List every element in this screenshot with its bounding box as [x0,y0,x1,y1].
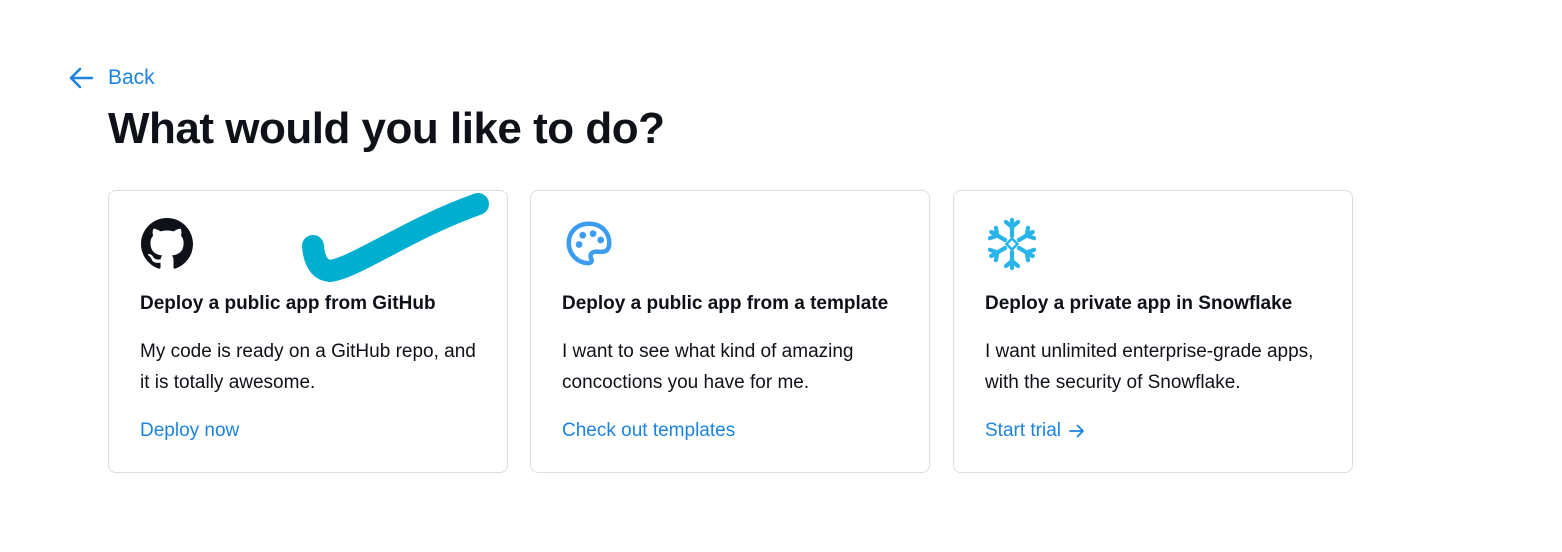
link-label: Deploy now [140,420,240,441]
deploy-snowflake-card[interactable]: Deploy a private app in Snowflake I want… [953,190,1353,473]
palette-icon [562,217,616,271]
card-description: I want unlimited enterprise-grade apps, … [985,341,1314,393]
github-icon [140,217,194,271]
card-title: Deploy a private app in Snowflake [985,293,1293,314]
card-description: I want to see what kind of amazing conco… [562,341,854,393]
deploy-now-link[interactable]: Deploy now [140,420,239,442]
card-title: Deploy a public app from GitHub [140,293,436,314]
back-label: Back [108,66,155,89]
link-label: Start trial [985,420,1062,441]
deploy-github-card[interactable]: Deploy a public app from GitHub My code … [108,190,508,473]
start-trial-link[interactable]: Start trial [985,420,1085,442]
snowflake-icon [985,217,1039,271]
link-label: Check out templates [562,420,736,441]
check-out-templates-link[interactable]: Check out templates [562,420,735,442]
card-description: My code is ready on a GitHub repo, and i… [140,341,476,393]
card-title: Deploy a public app from a template [562,293,889,314]
arrow-right-icon [1069,424,1084,438]
arrow-left-icon [69,67,94,89]
deploy-template-card[interactable]: Deploy a public app from a template I wa… [530,190,930,473]
page-title: What would you like to do? [108,104,665,153]
back-link[interactable]: Back [68,62,155,94]
